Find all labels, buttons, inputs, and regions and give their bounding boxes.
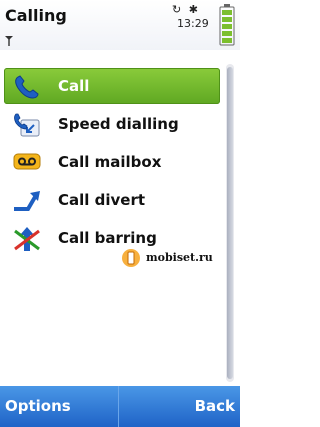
scrollbar-thumb[interactable] bbox=[227, 67, 233, 379]
back-button[interactable]: Back bbox=[120, 386, 240, 427]
phone-handset-icon bbox=[15, 75, 39, 99]
menu-item-call[interactable]: Call bbox=[4, 68, 220, 104]
signal-icon bbox=[5, 36, 13, 46]
options-button[interactable]: Options bbox=[0, 386, 119, 427]
watermark-text: mobiset.ru bbox=[146, 251, 213, 264]
clock: 13:29 bbox=[177, 17, 209, 30]
speed-dial-icon bbox=[14, 113, 40, 137]
status-header: Calling ↻ ✱ 13:29 bbox=[0, 0, 240, 50]
barring-icon bbox=[14, 227, 40, 251]
menu-item-call-divert[interactable]: Call divert bbox=[4, 182, 220, 218]
voicemail-icon bbox=[13, 153, 41, 170]
divert-arrow-icon bbox=[14, 191, 40, 211]
menu-item-speed-dialling[interactable]: Speed dialling bbox=[4, 106, 220, 142]
watermark-logo-icon bbox=[122, 249, 140, 267]
battery-icon bbox=[219, 4, 235, 46]
menu-item-call-mailbox[interactable]: Call mailbox bbox=[4, 144, 220, 180]
menu-item-label: Call barring bbox=[58, 229, 157, 247]
status-icons: ↻ ✱ bbox=[172, 3, 200, 16]
page-title: Calling bbox=[5, 6, 67, 25]
menu-item-label: Call bbox=[58, 77, 90, 95]
menu-item-label: Call mailbox bbox=[58, 153, 162, 171]
menu-item-label: Speed dialling bbox=[58, 115, 179, 133]
menu-item-label: Call divert bbox=[58, 191, 146, 209]
softkey-bar: Options Back bbox=[0, 386, 240, 427]
